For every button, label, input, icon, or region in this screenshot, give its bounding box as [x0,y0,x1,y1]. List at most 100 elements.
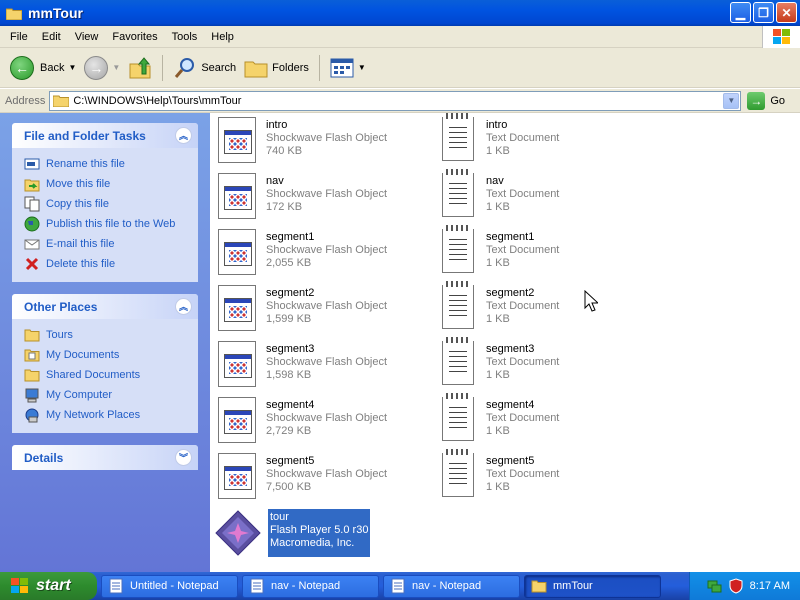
file-name: segment2 [486,287,535,299]
panel-header[interactable]: Other Places ︽ [12,294,198,319]
menu-edit[interactable]: Edit [35,31,68,43]
task-label: Publish this file to the Web [46,218,176,230]
place-label: My Network Places [46,409,141,421]
file-type: Shockwave Flash Object [266,356,388,368]
panel-title: Details [24,450,64,465]
file-item[interactable]: segment4 Text Document 1 KB [438,393,560,445]
file-item[interactable]: segment3 Text Document 1 KB [438,337,559,389]
address-path: C:\WINDOWS\Help\Tours\mmTour [73,94,242,107]
taskbar-button-label: mmTour [553,580,593,592]
file-item[interactable]: segment5 Shockwave Flash Object 7,500 KB [218,453,387,501]
flash-player-icon [215,510,261,556]
file-name: segment1 [486,231,535,243]
task-copy[interactable]: Copy this file [24,194,188,214]
forward-dropdown-icon[interactable]: ▼ [112,63,120,72]
text-document-icon [442,169,474,217]
file-size: 1 KB [486,201,510,213]
folders-button[interactable]: Folders [240,52,313,84]
flash-object-icon [218,173,256,219]
file-name: intro [266,119,288,131]
file-size: 1 KB [486,481,510,493]
toolbar: ← Back ▼ → ▼ Search Folders ▼ [0,48,800,88]
go-label: Go [770,94,786,107]
folder-icon [53,95,70,107]
file-item[interactable]: segment1 Shockwave Flash Object 2,055 KB [218,229,387,277]
file-item[interactable]: segment3 Shockwave Flash Object 1,598 KB [218,341,387,389]
taskbar-button[interactable]: nav - Notepad [383,574,520,598]
security-shield-icon[interactable] [728,578,744,594]
up-folder-button[interactable] [124,52,156,84]
flash-object-icon [218,341,256,387]
text-document-icon [442,225,474,273]
task-move[interactable]: Move this file [24,174,188,194]
forward-button[interactable]: → ▼ [80,52,124,84]
file-size: 1 KB [486,257,510,269]
taskbar-button-label: nav - Notepad [271,580,341,592]
minimize-button[interactable]: ▁ [730,2,751,23]
menu-tools[interactable]: Tools [165,31,205,43]
task-delete[interactable]: Delete this file [24,254,188,274]
toolbar-separator [318,54,320,81]
taskbar-button[interactable]: Untitled - Notepad [101,574,238,598]
network-connection-icon[interactable] [706,578,722,594]
address-bar: Address C:\WINDOWS\Help\Tours\mmTour ▼ →… [0,89,800,113]
clock[interactable]: 8:17 AM [750,580,790,592]
menu-file[interactable]: File [3,31,35,43]
file-item[interactable]: segment2 Text Document 1 KB [438,281,559,333]
search-label: Search [201,61,237,74]
task-email[interactable]: E-mail this file [24,234,188,254]
file-type: Text Document [486,412,560,424]
menu-favorites[interactable]: Favorites [105,31,164,43]
file-type: Text Document [486,188,560,200]
panel-header[interactable]: Details ︾ [12,445,198,470]
go-arrow-icon: → [747,91,766,110]
address-dropdown-icon[interactable]: ▼ [723,92,740,109]
file-name: segment5 [486,455,535,467]
taskbar-button[interactable]: nav - Notepad [242,574,379,598]
file-item[interactable]: intro Shockwave Flash Object 740 KB [218,117,387,165]
file-item-selected[interactable]: tour Flash Player 5.0 r30 Macromedia, Inc. [214,509,371,557]
collapse-icon[interactable]: ︽ [175,298,192,315]
expand-icon[interactable]: ︾ [175,449,192,466]
file-item[interactable]: nav Shockwave Flash Object 172 KB [218,173,387,221]
title-bar[interactable]: mmTour ▁ ❐ ✕ [0,0,800,26]
task-publish[interactable]: Publish this file to the Web [24,214,188,234]
menu-help[interactable]: Help [204,31,241,43]
collapse-icon[interactable]: ︽ [175,127,192,144]
go-button[interactable]: → Go [747,91,786,110]
place-shared-documents[interactable]: Shared Documents [24,365,188,385]
file-item[interactable]: segment4 Shockwave Flash Object 2,729 KB [218,397,387,445]
back-button[interactable]: ← Back ▼ [6,52,80,84]
menu-view[interactable]: View [68,31,106,43]
address-input[interactable]: C:\WINDOWS\Help\Tours\mmTour ▼ [49,90,742,111]
file-type: Shockwave Flash Object [266,412,388,424]
folder-icon [531,580,547,593]
search-button[interactable]: Search [169,52,240,84]
file-item[interactable]: segment5 Text Document 1 KB [438,449,559,501]
file-item[interactable]: nav Text Document 1 KB [438,169,560,221]
back-label: Back [40,61,65,74]
start-button[interactable]: start [0,572,97,600]
close-button[interactable]: ✕ [776,2,797,23]
task-rename[interactable]: Rename this file [24,154,188,174]
move-icon [24,176,40,192]
file-item[interactable]: segment1 Text Document 1 KB [438,225,559,277]
toolbar-separator [162,54,164,81]
file-item[interactable]: intro Text Document 1 KB [438,113,559,165]
file-item[interactable]: segment2 Shockwave Flash Object 1,599 KB [218,285,387,333]
flash-object-icon [218,285,256,331]
views-dropdown-icon: ▼ [357,63,366,72]
file-name: segment4 [266,399,315,411]
file-name: intro [486,119,508,131]
taskbar-button-active[interactable]: mmTour [524,574,661,598]
back-dropdown-icon[interactable]: ▼ [68,63,76,72]
place-tours[interactable]: Tours [24,325,188,345]
task-label: Copy this file [46,198,109,210]
place-network[interactable]: My Network Places [24,405,188,425]
place-my-computer[interactable]: My Computer [24,385,188,405]
place-my-documents[interactable]: My Documents [24,345,188,365]
views-button[interactable]: ▼ [326,52,370,84]
maximize-button[interactable]: ❐ [753,2,774,23]
panel-header[interactable]: File and Folder Tasks ︽ [12,123,198,148]
notepad-icon [391,578,405,594]
